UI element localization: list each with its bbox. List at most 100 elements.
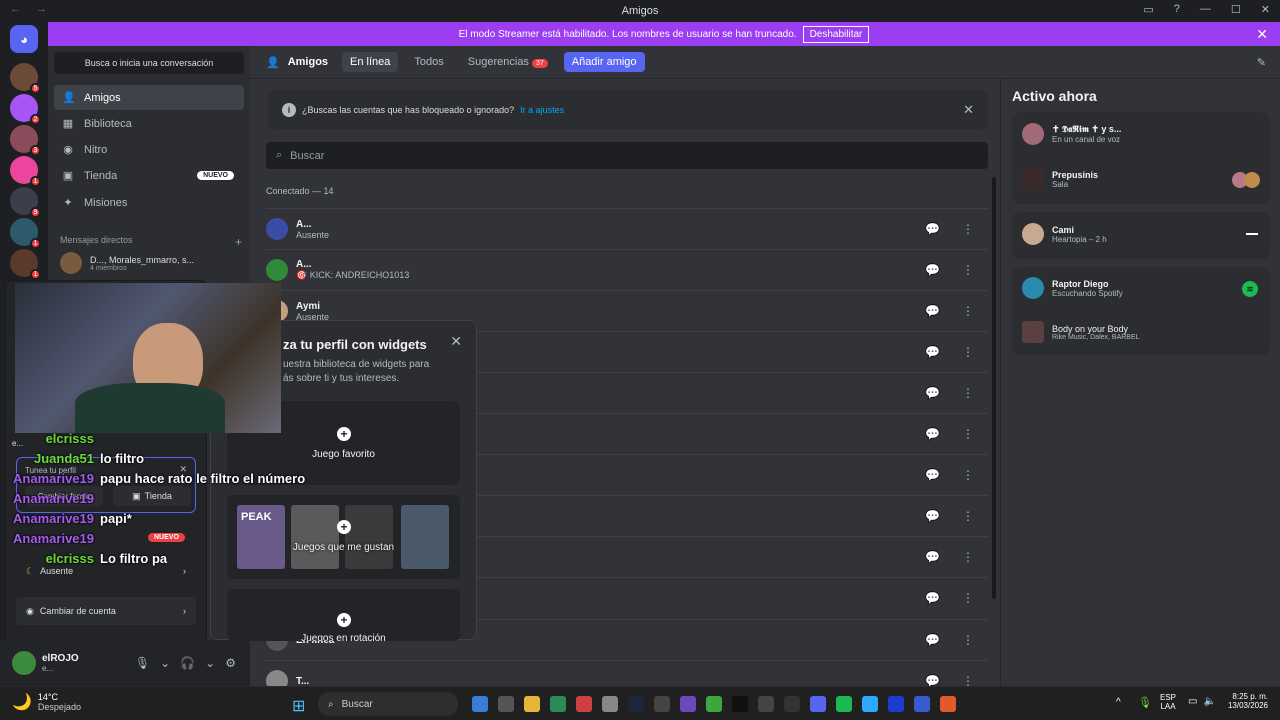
message-icon[interactable]: 💬 [925,427,940,441]
scrollbar[interactable] [992,177,996,599]
dm-item[interactable]: D..., Morales_mmarro, s... 4 miembros [60,252,194,274]
activity-card[interactable]: ✝ 𝕯𝖆𝕽𝖎𝖒 ✝ y s... En un canal de voz Prepu… [1012,112,1270,204]
more-icon[interactable]: ⋮ [962,550,974,564]
weather-widget[interactable]: 🌙 14°C Despejado [12,692,81,712]
avatar[interactable] [12,651,36,675]
more-icon[interactable]: ⋮ [962,509,974,523]
close-icon[interactable]: ✕ [963,102,974,118]
stream-icon[interactable] [758,696,774,712]
inbox-icon[interactable]: ▭ [1143,3,1153,16]
sidebar-item-tienda[interactable]: ▣ Tienda NUEVO [54,163,244,188]
message-icon[interactable]: 💬 [925,263,940,277]
widget-rotation-games[interactable]: + Juegos en rotación [227,589,460,641]
app-grid-icon[interactable] [680,696,696,712]
server-icon[interactable]: 9 [10,187,41,218]
more-icon[interactable]: ⋮ [962,345,974,359]
close-icon[interactable]: ✕ [450,333,462,350]
close-button[interactable]: ✕ [1261,3,1270,16]
info-icon: i [282,102,296,117]
message-icon[interactable]: 💬 [925,633,940,647]
message-icon[interactable]: 💬 [925,468,940,482]
system-tray[interactable]: ▭ 🔈 [1188,696,1216,707]
more-icon[interactable]: ⋮ [962,386,974,400]
more-icon[interactable]: ⋮ [962,427,974,441]
sidebar-item-nitro[interactable]: ◉ Nitro [54,137,244,162]
store-icon[interactable] [550,696,566,712]
more-icon[interactable]: ⋮ [962,633,974,647]
nav-arrows-icon[interactable]: ← → [10,3,53,15]
window-title: Amigos [621,4,659,17]
more-icon[interactable]: ⋮ [962,222,974,236]
obs-icon[interactable] [654,696,670,712]
windows-start-icon[interactable]: ⊞ [292,696,305,716]
conversation-search[interactable]: Busca o inicia una conversación [54,52,244,74]
headphones-icon[interactable]: 🎧 [180,656,195,670]
friend-row[interactable]: A... 🎯 KICK: ANDREICHO1013 💬 ⋮ [266,249,988,290]
close-icon[interactable]: ✕ [1256,26,1268,43]
settings-link[interactable]: Ir a ajustes [520,105,564,115]
more-icon[interactable]: ⋮ [962,468,974,482]
friend-row[interactable]: A... Ausente 💬 ⋮ [266,208,988,249]
server-icon[interactable]: 2 [10,94,41,125]
chevron-down-icon[interactable]: ⌄ [205,656,215,670]
brave-icon[interactable] [940,696,956,712]
message-icon[interactable]: 💬 [925,304,940,318]
snipping-icon[interactable] [576,696,592,712]
photoshop-icon[interactable] [862,696,878,712]
help-icon[interactable]: ? [1174,3,1180,16]
server-icon[interactable]: 1 [10,249,41,280]
sidebar-item-biblioteca[interactable]: ▦ Biblioteca [54,111,244,136]
steam-icon[interactable] [628,696,644,712]
media-encoder-icon[interactable] [888,696,904,712]
message-icon[interactable]: 💬 [925,386,940,400]
chevron-down-icon[interactable]: ⌄ [160,656,170,670]
discord-home-icon[interactable]: ◕ [10,25,38,53]
message-icon[interactable]: 💬 [925,345,940,359]
minecraft-icon[interactable] [706,696,722,712]
chat-text: lo filtro [100,450,145,466]
disable-streamer-button[interactable]: Deshabilitar [802,25,870,43]
server-icon[interactable]: 1 [10,218,41,249]
message-icon[interactable]: 💬 [925,509,940,523]
chatgpt-icon[interactable] [602,696,618,712]
sidebar-item-misiones[interactable]: ✦ Misiones [54,190,244,215]
more-icon[interactable]: ⋮ [962,304,974,318]
microphone-icon[interactable]: 🎙 [135,656,150,670]
add-dm-icon[interactable]: + [235,235,242,249]
server-icon[interactable]: 5 [10,63,41,94]
taskbar-search[interactable]: ⌕ Buscar [318,692,458,716]
file-explorer-icon[interactable] [524,696,540,712]
more-icon[interactable]: ⋮ [962,591,974,605]
capcut-icon[interactable] [784,696,800,712]
message-icon[interactable]: 💬 [925,591,940,605]
message-icon[interactable]: 💬 [925,550,940,564]
server-icon[interactable]: 3 [10,125,41,156]
maximize-button[interactable]: ☐ [1231,3,1241,16]
language-indicator[interactable]: ESP LAA [1160,693,1176,711]
tab-online[interactable]: En línea [342,52,399,72]
tab-suggestions[interactable]: Sugerencias 37 [460,52,556,72]
friends-search-input[interactable]: ⌕ Buscar [266,142,988,169]
show-hidden-icons[interactable]: ^ [1116,697,1121,708]
add-friend-button[interactable]: Añadir amigo [563,52,645,72]
sidebar-item-amigos[interactable]: 👤 Amigos [54,85,244,110]
track-artists: Rike Music, Dalex, BARBEL [1052,333,1140,341]
activity-card[interactable]: Cami Heartopia – 2 h [1012,212,1270,259]
server-icon[interactable]: 1 [10,156,41,187]
widgets-icon[interactable] [472,696,488,712]
minimize-button[interactable]: — [1200,3,1211,16]
clock[interactable]: 8:25 p. m. 13/03/2026 [1222,692,1268,710]
message-icon[interactable]: 💬 [925,222,940,236]
discord-icon[interactable] [810,696,826,712]
tab-all[interactable]: Todos [406,52,451,72]
vpn-icon[interactable] [914,696,930,712]
spotify-icon[interactable] [836,696,852,712]
more-icon[interactable]: ⋮ [962,263,974,277]
microphone-icon[interactable]: 🎙 [1138,696,1152,709]
gear-icon[interactable]: ⚙ [225,656,236,670]
task-view-icon[interactable] [498,696,514,712]
switch-account-button[interactable]: ◉ Cambiar de cuenta › [16,597,196,625]
new-group-dm-icon[interactable]: ✎ [1257,56,1266,69]
tiktok-icon[interactable] [732,696,748,712]
activity-card[interactable]: Raptor Diego Escuchando Spotify ≋ Body on… [1012,267,1270,355]
